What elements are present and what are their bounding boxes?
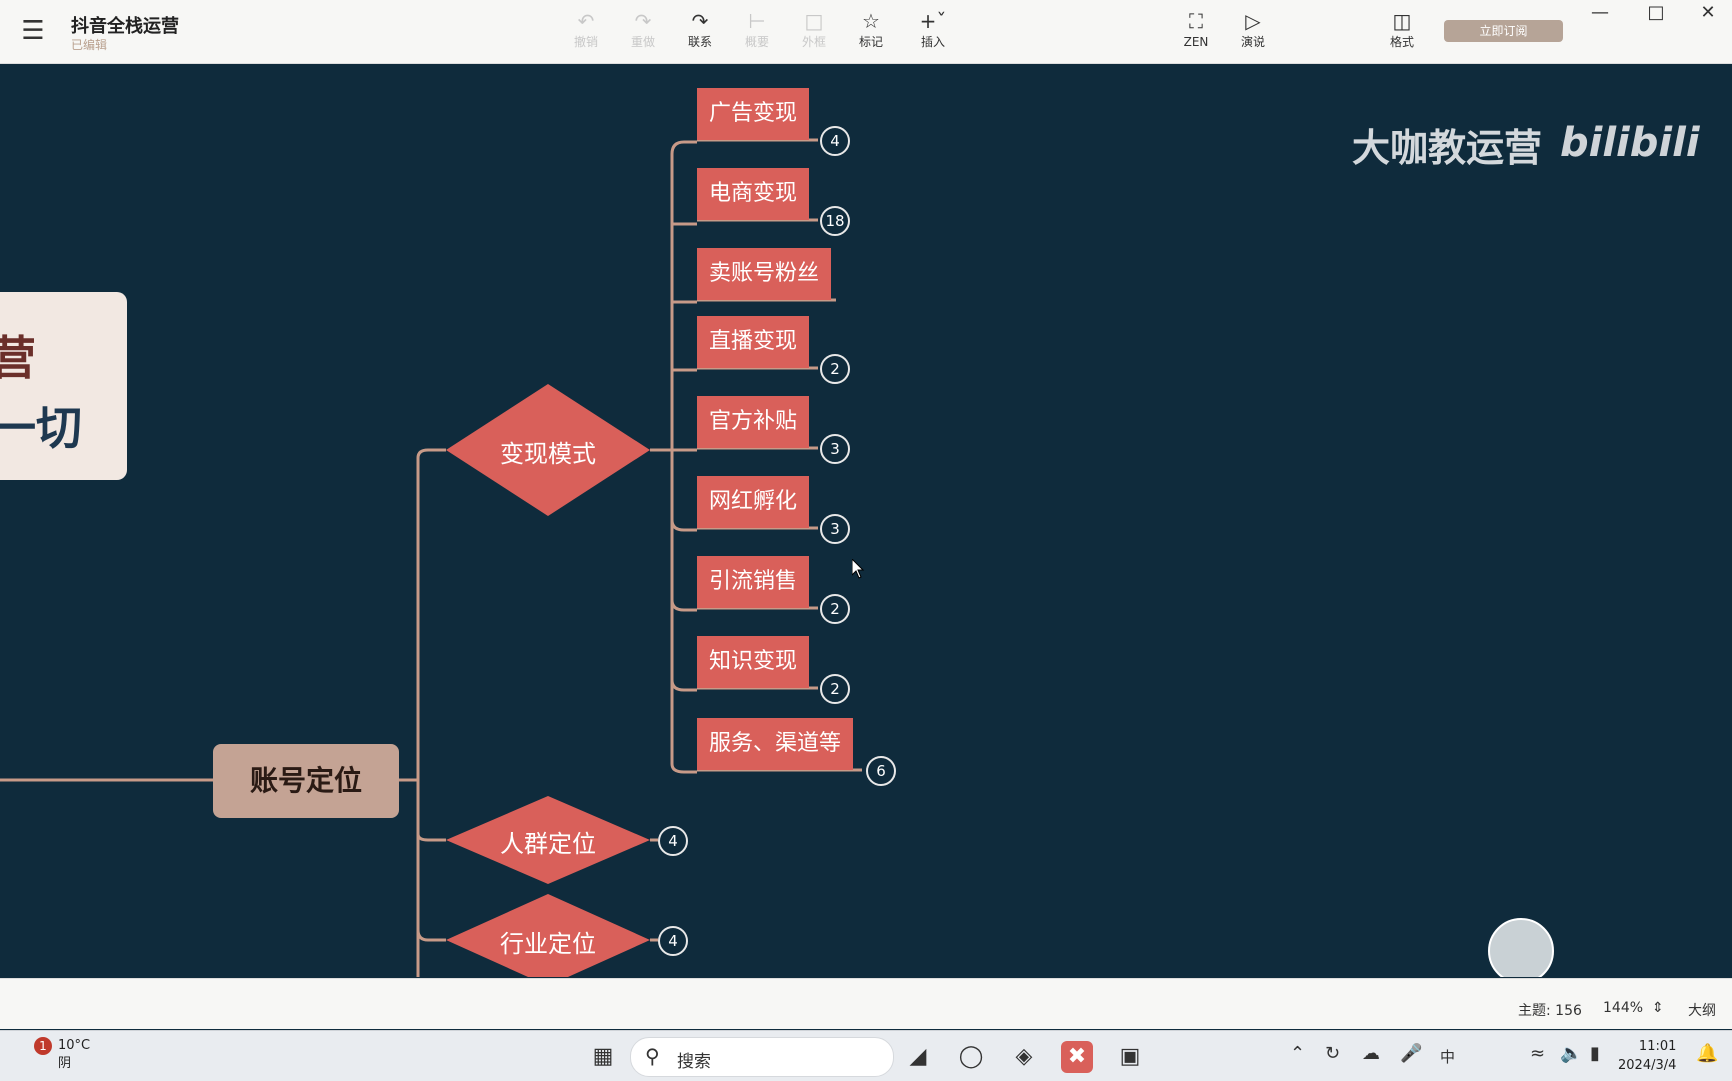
mark-button[interactable]: ☆ 标记 xyxy=(843,8,899,58)
root-topic-line1: 营 xyxy=(0,331,36,385)
fullscreen-icon: ⛶ xyxy=(1189,9,1203,33)
redo-icon: ↷ xyxy=(634,9,652,33)
topic-industry-positioning[interactable]: 行业定位 xyxy=(468,924,628,959)
present-button[interactable]: ▷ 演说 xyxy=(1225,8,1281,58)
format-button[interactable]: ◫ 格式 xyxy=(1374,8,1430,58)
collapsed-count-badge[interactable]: 3 xyxy=(820,434,850,464)
play-screen-icon: ▷ xyxy=(1245,9,1261,33)
plus-chevron-icon: +ˇ xyxy=(919,9,947,33)
topic-monetization-mode[interactable]: 变现模式 xyxy=(468,434,628,469)
title-bar: ☰ 抖音全栈运营 已编辑 ↶ 撤销 ↷ 重做 ↷ 联系 ⊢ 概要 □ 外框 ☆ 标记 +ˇ 插… xyxy=(0,0,1732,64)
search-placeholder: 搜索 xyxy=(677,1052,711,1072)
taskbar: 1 10°C 阴 ▦ ⚲ 搜索 ◢ ◯ ◈ ✖ ▣ ⌃ ↻ ☁ 🎤 中 ≈ 🔈 … xyxy=(0,1030,1732,1081)
summary-icon: ⊢ xyxy=(748,9,766,33)
bilibili-logo: bilibili xyxy=(1560,120,1700,166)
collapsed-count-badge[interactable]: 2 xyxy=(820,674,850,704)
mindmap-canvas[interactable]: 营 一切 账号定位 变现模式 人群定位 4 行业定位 4 广告变现 4 电商变现… xyxy=(0,64,1732,977)
window-switcher-icon[interactable]: ▣ xyxy=(1114,1041,1146,1073)
collapsed-count-badge[interactable]: 3 xyxy=(820,514,850,544)
taskbar-search[interactable]: ⚲ 搜索 xyxy=(630,1037,894,1077)
redo-button[interactable]: ↷ 重做 xyxy=(615,8,671,58)
upgrade-button[interactable]: 立即订阅 xyxy=(1444,20,1563,42)
mouse-cursor-icon xyxy=(852,559,865,579)
notification-bell-icon[interactable]: 🔔 xyxy=(1696,1043,1718,1064)
file-explorer-icon[interactable]: ◢ xyxy=(902,1041,934,1073)
xmind-icon[interactable]: ✖ xyxy=(1061,1041,1093,1073)
status-bar: 主题: 156 144% ⇕ 大纲 xyxy=(0,978,1732,1029)
boundary-button[interactable]: □ 外框 xyxy=(786,8,842,58)
collapsed-count-badge[interactable]: 4 xyxy=(658,826,688,856)
date: 2024/3/4 xyxy=(1618,1058,1677,1073)
minimize-button[interactable]: — xyxy=(1580,2,1620,24)
search-icon: ⚲ xyxy=(645,1044,660,1068)
time: 11:01 xyxy=(1638,1039,1677,1054)
temperature: 10°C xyxy=(58,1038,91,1053)
collapsed-count-badge[interactable]: 2 xyxy=(820,594,850,624)
collapsed-count-badge[interactable]: 2 xyxy=(820,354,850,384)
topic-ecommerce-monetization[interactable]: 电商变现 xyxy=(697,168,810,220)
insert-button[interactable]: +ˇ 插入 xyxy=(905,8,961,58)
collapsed-count-badge[interactable]: 4 xyxy=(820,126,850,156)
format-panel-icon: ◫ xyxy=(1392,9,1412,33)
zoom-stepper-icon[interactable]: ⇕ xyxy=(1652,1000,1664,1016)
relation-icon: ↷ xyxy=(691,9,709,33)
edit-status: 已编辑 xyxy=(71,38,108,52)
topic-count: 主题: 156 xyxy=(1518,1003,1582,1019)
topic-audience-positioning[interactable]: 人群定位 xyxy=(468,824,628,859)
start-icon[interactable]: ▦ xyxy=(587,1041,619,1073)
topic-sell-accounts[interactable]: 卖账号粉丝 xyxy=(697,248,832,300)
sync-icon[interactable]: ↻ xyxy=(1325,1043,1340,1064)
weather-widget[interactable]: 10°C 阴 xyxy=(58,1037,90,1073)
menu-icon[interactable]: ☰ xyxy=(20,18,46,44)
close-button[interactable]: ✕ xyxy=(1688,2,1728,24)
boundary-icon: □ xyxy=(804,9,824,33)
connector-lines xyxy=(0,138,862,977)
maximize-button[interactable]: □ xyxy=(1636,2,1676,24)
undo-icon: ↶ xyxy=(577,9,595,33)
star-icon: ☆ xyxy=(862,9,880,33)
chat-app-icon[interactable]: ◯ xyxy=(955,1041,987,1073)
cloud-icon[interactable]: ☁ xyxy=(1362,1043,1380,1064)
topic-influencer-incubation[interactable]: 网红孵化 xyxy=(697,476,810,528)
topic-official-subsidy[interactable]: 官方补贴 xyxy=(697,396,810,448)
weather-condition: 阴 xyxy=(58,1056,72,1071)
tray-overflow-icon[interactable]: ⌃ xyxy=(1290,1043,1305,1064)
outline-button[interactable]: 大纲 xyxy=(1688,1000,1716,1020)
topic-services-channels[interactable]: 服务、渠道等 xyxy=(697,718,854,770)
ime-indicator[interactable]: 中 xyxy=(1440,1046,1455,1067)
topic-ad-monetization[interactable]: 广告变现 xyxy=(697,88,810,140)
zen-button[interactable]: ⛶ ZEN xyxy=(1168,8,1224,58)
topic-knowledge-monetization[interactable]: 知识变现 xyxy=(697,636,810,688)
summary-button[interactable]: ⊢ 概要 xyxy=(729,8,785,58)
link-button[interactable]: ↷ 联系 xyxy=(672,8,728,58)
collapsed-count-badge[interactable]: 18 xyxy=(820,206,850,236)
volume-icon[interactable]: 🔈 xyxy=(1560,1043,1582,1064)
microphone-icon[interactable]: 🎤 xyxy=(1400,1043,1422,1064)
undo-button[interactable]: ↶ 撤销 xyxy=(558,8,614,58)
zoom-level[interactable]: 144% xyxy=(1603,1000,1643,1016)
clock[interactable]: 11:01 2024/3/4 xyxy=(1618,1037,1676,1075)
collapsed-count-badge[interactable]: 6 xyxy=(866,756,896,786)
root-topic[interactable]: 营 一切 xyxy=(0,292,127,480)
avatar[interactable] xyxy=(1488,918,1554,977)
app-icon[interactable]: ◈ xyxy=(1008,1041,1040,1073)
topic-traffic-sales[interactable]: 引流销售 xyxy=(697,556,810,608)
weather-alert-badge: 1 xyxy=(34,1037,52,1055)
topic-account-positioning[interactable]: 账号定位 xyxy=(213,744,399,818)
wifi-icon[interactable]: ≈ xyxy=(1530,1043,1545,1064)
battery-icon[interactable]: ▮ xyxy=(1590,1043,1600,1064)
document-title: 抖音全栈运营 xyxy=(71,16,179,37)
root-topic-line2: 一切 xyxy=(0,401,82,455)
collapsed-count-badge[interactable]: 4 xyxy=(658,926,688,956)
channel-watermark: 大咖教运营 xyxy=(1352,126,1543,170)
topic-live-monetization[interactable]: 直播变现 xyxy=(697,316,810,368)
